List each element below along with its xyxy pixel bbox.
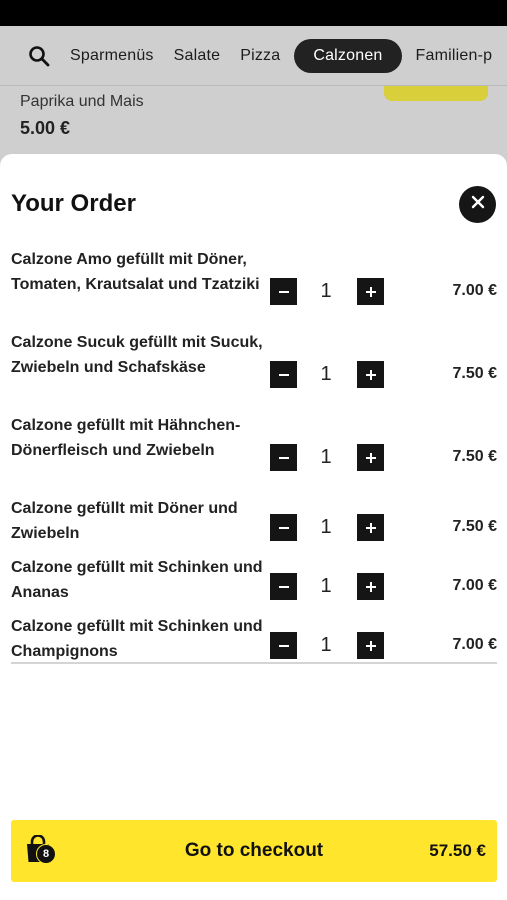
order-item: Calzone gefüllt mit Döner und Zwiebeln 1… [0, 497, 507, 556]
decrease-quantity-button[interactable] [270, 361, 297, 388]
order-item: Calzone Amo gefüllt mit Döner, Tomaten, … [0, 248, 507, 331]
minus-icon [278, 585, 289, 588]
background-item-price: 5.00 € [20, 118, 71, 138]
plus-icon [365, 369, 376, 380]
item-quantity: 1 [320, 516, 332, 538]
plus-icon [365, 522, 376, 533]
plus-icon [365, 286, 376, 297]
item-name: Calzone gefüllt mit Hähnchen-Dönerfleisc… [11, 417, 241, 459]
background-add-button [384, 86, 488, 101]
close-icon [471, 195, 485, 214]
minus-icon [278, 290, 289, 293]
minus-icon [278, 644, 289, 647]
item-name: Calzone gefüllt mit Schinken und Champig… [11, 618, 263, 660]
increase-quantity-button[interactable] [357, 573, 384, 600]
item-quantity: 1 [320, 363, 332, 385]
category-bar: Sparmenüs Salate Pizza Calzonen Familien… [0, 26, 507, 86]
item-price: 7.00 € [452, 282, 497, 299]
order-title: Your Order [11, 190, 136, 217]
category-tab-calzonen[interactable]: Calzonen [294, 39, 402, 73]
checkout-label: Go to checkout [184, 840, 324, 861]
category-tab-pizza[interactable]: Pizza [230, 39, 290, 73]
item-name: Calzone Sucuk gefüllt mit Sucuk, Zwiebel… [11, 334, 263, 376]
item-quantity: 1 [320, 446, 332, 468]
decrease-quantity-button[interactable] [270, 514, 297, 541]
order-sheet: Your Order Calzone Amo gefüllt mit Döner… [0, 154, 507, 900]
item-name: Calzone Amo gefüllt mit Döner, Tomaten, … [11, 251, 260, 293]
decrease-quantity-button[interactable] [270, 444, 297, 471]
minus-icon [278, 373, 289, 376]
increase-quantity-button[interactable] [357, 278, 384, 305]
order-item: Calzone gefüllt mit Schinken und Ananas … [0, 556, 507, 615]
status-bar [0, 0, 507, 26]
increase-quantity-button[interactable] [357, 632, 384, 659]
plus-icon [365, 581, 376, 592]
order-list-divider [11, 662, 497, 664]
plus-icon [365, 452, 376, 463]
increase-quantity-button[interactable] [357, 444, 384, 471]
minus-icon [278, 526, 289, 529]
category-tab-salate[interactable]: Salate [164, 39, 231, 73]
item-price: 7.00 € [452, 577, 497, 594]
category-tab-familien[interactable]: Familien-p [406, 39, 503, 73]
background-item-description: Paprika und Mais [20, 93, 144, 110]
decrease-quantity-button[interactable] [270, 573, 297, 600]
item-quantity: 1 [320, 575, 332, 597]
item-price: 7.50 € [452, 448, 497, 465]
close-button[interactable] [459, 186, 496, 223]
order-items-list: Calzone Amo gefüllt mit Döner, Tomaten, … [0, 242, 507, 668]
checkout-total: 57.50 € [429, 841, 486, 860]
item-price: 7.00 € [452, 636, 497, 653]
order-item: Calzone gefüllt mit Hähnchen-Dönerfleisc… [0, 414, 507, 497]
decrease-quantity-button[interactable] [270, 632, 297, 659]
decrease-quantity-button[interactable] [270, 278, 297, 305]
item-quantity: 1 [320, 280, 332, 302]
item-price: 7.50 € [452, 365, 497, 382]
item-name: Calzone gefüllt mit Schinken und Ananas [11, 559, 263, 601]
plus-icon [365, 640, 376, 651]
order-item: Calzone gefüllt mit Schinken und Champig… [0, 615, 507, 674]
category-tab-sparmenus[interactable]: Sparmenüs [60, 39, 164, 73]
checkout-button[interactable]: 8 Go to checkout 57.50 € [11, 820, 497, 882]
item-quantity: 1 [320, 634, 332, 656]
order-item: Calzone Sucuk gefüllt mit Sucuk, Zwiebel… [0, 331, 507, 414]
increase-quantity-button[interactable] [357, 514, 384, 541]
minus-icon [278, 456, 289, 459]
increase-quantity-button[interactable] [357, 361, 384, 388]
item-price: 7.50 € [452, 518, 497, 535]
item-name: Calzone gefüllt mit Döner und Zwiebeln [11, 500, 238, 542]
